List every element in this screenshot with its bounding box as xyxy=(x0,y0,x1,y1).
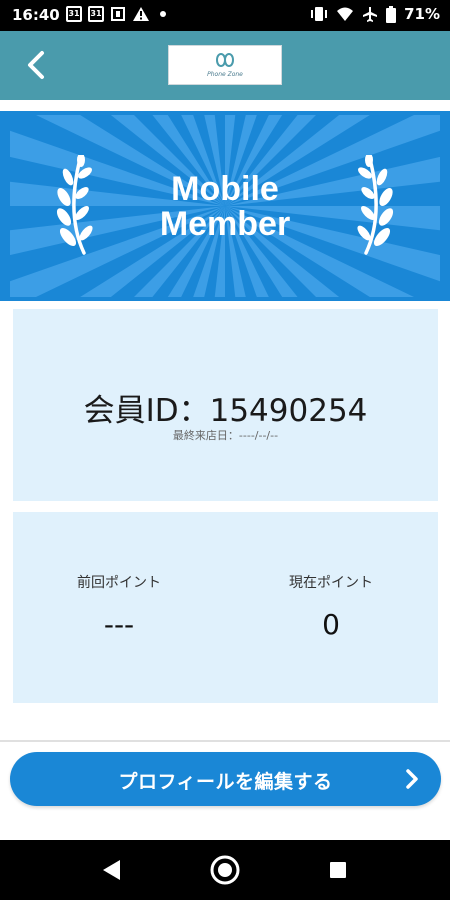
vibrate-icon xyxy=(311,7,328,21)
battery-level: 71% xyxy=(404,5,440,23)
home-circle-icon[interactable] xyxy=(209,854,241,886)
logo: Phone Zone xyxy=(168,45,282,85)
member-id: 会員ID：15490254 xyxy=(83,393,368,429)
system-icons: 71% xyxy=(310,5,440,23)
dot-icon xyxy=(160,11,166,17)
infinity-logo-icon xyxy=(215,53,235,67)
back-button[interactable] xyxy=(18,45,58,85)
points-panel: 前回ポイント --- 現在ポイント 0 xyxy=(13,512,438,703)
status-bar: 16:40 31 31 71% xyxy=(0,0,450,31)
warning-icon xyxy=(133,7,149,21)
battery-icon xyxy=(386,5,397,23)
android-nav-bar xyxy=(0,840,450,900)
previous-points-label: 前回ポイント xyxy=(77,575,161,591)
divider xyxy=(0,740,450,742)
notification-icons: 31 31 xyxy=(66,6,170,22)
current-points-label: 現在ポイント xyxy=(289,575,373,591)
current-points: 現在ポイント 0 xyxy=(225,572,437,641)
calendar-icon: 31 xyxy=(88,6,104,22)
banner-title-line1: Mobile xyxy=(171,170,279,208)
previous-points-value: --- xyxy=(103,608,135,641)
usb-icon xyxy=(111,7,125,21)
last-visit-date: 最終来店日：----/--/-- xyxy=(172,429,279,442)
calendar-icon: 31 xyxy=(66,6,82,22)
header-gap xyxy=(0,100,450,111)
logo-text: Phone Zone xyxy=(207,71,243,78)
chevron-right-icon xyxy=(406,769,418,789)
edit-profile-label: プロフィールを編集する xyxy=(118,771,333,793)
wifi-icon xyxy=(337,7,354,21)
banner-title: Mobile Member xyxy=(0,172,450,242)
current-points-value: 0 xyxy=(322,608,340,641)
back-triangle-icon[interactable] xyxy=(96,854,128,886)
banner-title-line2: Member xyxy=(159,205,291,243)
app-header: Phone Zone xyxy=(0,31,450,100)
recents-square-icon[interactable] xyxy=(322,854,354,886)
previous-points: 前回ポイント --- xyxy=(13,572,225,641)
mobile-member-banner: Mobile Member xyxy=(0,111,450,301)
airplane-icon xyxy=(363,7,378,22)
chevron-left-icon xyxy=(28,51,44,79)
status-time: 16:40 xyxy=(12,6,60,24)
member-info-panel: 会員ID：15490254 最終来店日：----/--/-- xyxy=(13,309,438,501)
edit-profile-button[interactable]: プロフィールを編集する xyxy=(10,752,441,806)
